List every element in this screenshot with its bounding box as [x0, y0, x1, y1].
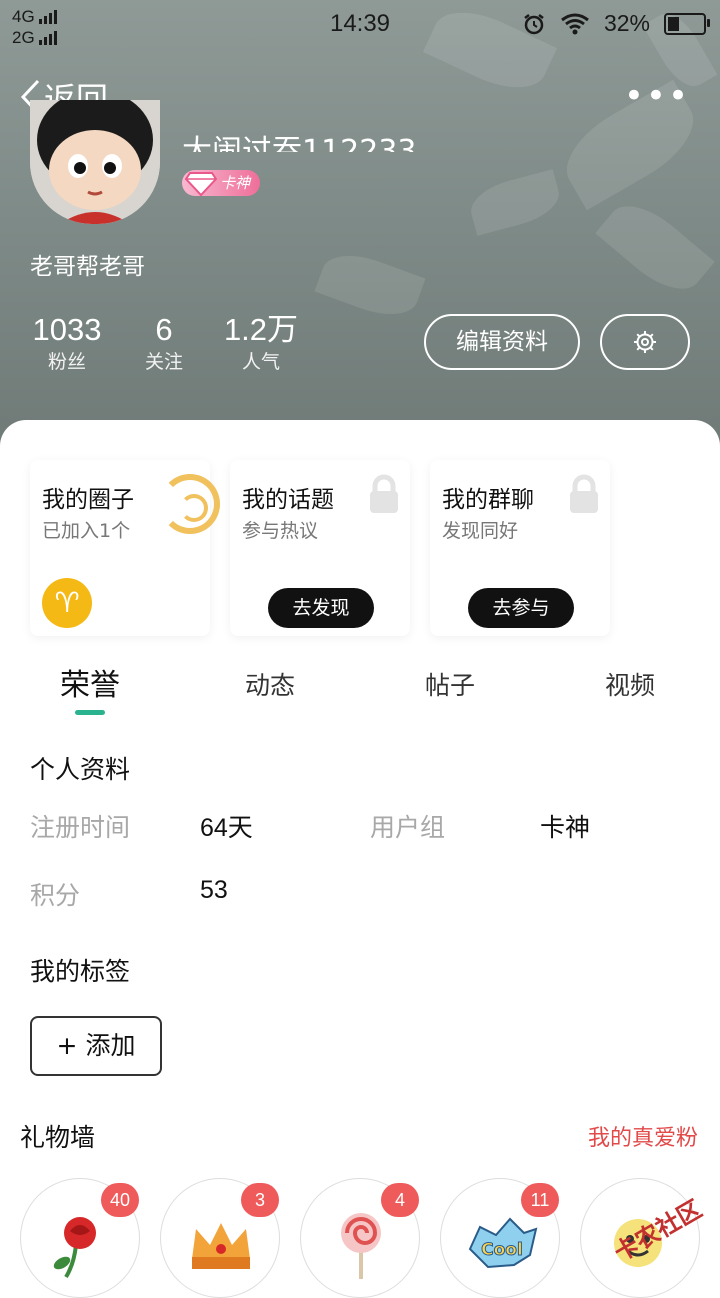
gift-count-badge: 3 [241, 1183, 279, 1217]
discover-button[interactable]: 去发现 [268, 588, 374, 628]
card-subtitle: 发现同好 [442, 520, 519, 542]
profile-header-background [0, 0, 720, 470]
circle-ring-icon [160, 474, 220, 534]
gift-rose[interactable]: 40 [20, 1178, 140, 1298]
followers-count: 1033 [32, 312, 102, 347]
registration-time-value: 64天 [200, 814, 253, 842]
points-value: 53 [200, 876, 228, 904]
lock-icon [370, 474, 398, 513]
gift-lollipop[interactable]: 4 [300, 1178, 420, 1298]
join-button[interactable]: 去参与 [468, 588, 574, 628]
card-title: 我的群聊 [442, 487, 534, 513]
alarm-icon [524, 13, 544, 34]
status-bar: 4G 2G 14:39 32% [0, 0, 720, 52]
followers-label: 粉丝 [47, 351, 86, 373]
tab-honor[interactable]: 荣誉 [0, 660, 180, 704]
active-tab-indicator [75, 710, 105, 715]
user-group-label: 用户组 [370, 813, 446, 842]
my-circles-card[interactable]: 我的圈子 已加入1个 ♈ [30, 460, 220, 636]
settings-button[interactable] [600, 314, 690, 370]
gift-cool[interactable]: Cool 11 [440, 1178, 560, 1298]
points-label: 积分 [30, 881, 81, 910]
lock-icon [570, 474, 598, 513]
tab-posts[interactable]: 帖子 [360, 666, 540, 702]
my-topics-card[interactable]: 我的话题 参与热议 去发现 [230, 460, 410, 636]
tab-activity[interactable]: 动态 [180, 666, 360, 702]
aries-icon[interactable]: ♈ [42, 578, 92, 628]
tab-videos[interactable]: 视频 [540, 666, 720, 702]
card-subtitle: 参与热议 [242, 520, 319, 542]
username: 大闹过吞112233 [182, 134, 417, 152]
avatar[interactable] [30, 100, 160, 224]
my-tags-title: 我的标签 [30, 957, 131, 986]
gift-crown[interactable]: 3 [160, 1178, 280, 1298]
lollipop-icon [341, 1213, 381, 1279]
gift-wall-title: 礼物墙 [20, 1123, 96, 1152]
user-signature: 老哥帮老哥 [30, 254, 145, 280]
gift-count-badge: 40 [101, 1183, 139, 1217]
profile-tabs: 荣誉 动态 帖子 视频 [0, 660, 720, 720]
following-label: 关注 [144, 351, 183, 373]
badge-label: 卡神 [220, 174, 251, 192]
gift-count-badge: 11 [521, 1183, 559, 1217]
registration-time-label: 注册时间 [30, 813, 131, 842]
popularity-count: 1.2万 [223, 312, 299, 347]
following-count: 6 [155, 312, 173, 347]
more-options-button[interactable]: ••• [624, 79, 690, 113]
gift-count-badge: 4 [381, 1183, 419, 1217]
user-level-badge: 卡神 [182, 170, 261, 197]
battery-percent: 32% [603, 10, 650, 36]
my-group-chats-card[interactable]: 我的群聊 发现同好 去参与 [430, 460, 610, 636]
cool-icon: Cool [468, 1217, 538, 1269]
true-fans-link[interactable]: 我的真爱粉 [588, 1120, 698, 1152]
card-subtitle: 已加入1个 [42, 520, 131, 542]
battery-icon [664, 12, 710, 35]
edit-profile-button[interactable]: 编辑资料 [424, 314, 580, 370]
personal-info-title: 个人资料 [30, 755, 131, 784]
gear-icon [634, 331, 656, 353]
card-title: 我的话题 [242, 487, 334, 513]
svg-text:Cool: Cool [481, 1240, 523, 1260]
card-title: 我的圈子 [42, 487, 134, 513]
following-stat[interactable]: 6 关注 [138, 312, 190, 376]
rose-icon [53, 1217, 96, 1279]
popularity-stat[interactable]: 1.2万 人气 [222, 312, 300, 376]
popularity-label: 人气 [241, 351, 280, 373]
user-group-value: 卡神 [540, 814, 591, 842]
add-tag-button[interactable]: + 添加 [30, 1016, 162, 1076]
wifi-icon [561, 13, 589, 34]
followers-stat[interactable]: 1033 粉丝 [30, 312, 104, 376]
cartoon-face-icon [30, 100, 160, 224]
diamond-icon [184, 172, 218, 197]
crown-icon [192, 1223, 250, 1269]
